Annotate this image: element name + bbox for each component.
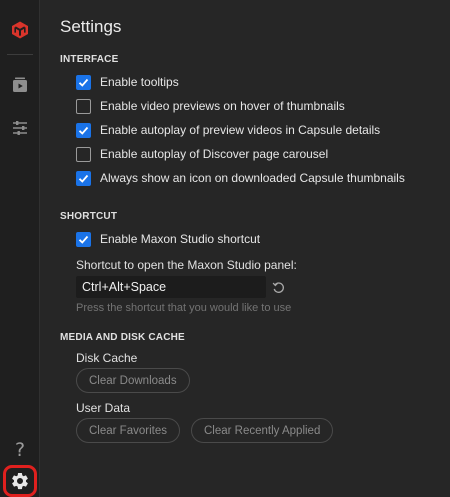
checkbox[interactable] [76, 122, 91, 138]
checkbox[interactable] [76, 98, 91, 114]
clear-downloads-button[interactable]: Clear Downloads [76, 368, 190, 393]
checkbox[interactable] [76, 74, 91, 90]
checkbox[interactable] [76, 170, 91, 186]
option-enable-tooltips[interactable]: Enable tooltips [76, 73, 179, 91]
check-icon [78, 235, 89, 244]
checkbox[interactable] [76, 231, 91, 247]
user-data-label: User Data [76, 401, 131, 415]
reset-icon[interactable] [272, 281, 285, 294]
clear-favorites-button[interactable]: Clear Favorites [76, 418, 180, 443]
check-icon [78, 78, 89, 87]
option-autoplay-capsule-details[interactable]: Enable autoplay of preview videos in Cap… [76, 121, 380, 139]
settings-panel: Settings INTERFACE Enable tooltips Enabl… [40, 0, 450, 497]
checkbox[interactable] [76, 146, 91, 162]
option-label: Always show an icon on downloaded Capsul… [100, 171, 405, 185]
option-downloaded-icon[interactable]: Always show an icon on downloaded Capsul… [76, 169, 405, 187]
app-window: ? Settings INTERFACE Enable tooltips Ena… [0, 0, 450, 497]
sidebar-divider [7, 54, 33, 55]
help-icon: ? [14, 439, 26, 461]
section-title-cache: MEDIA AND DISK CACHE [60, 332, 185, 343]
option-video-previews-hover[interactable]: Enable video previews on hover of thumbn… [76, 97, 345, 115]
section-title-interface: INTERFACE [60, 54, 119, 65]
check-icon [78, 126, 89, 135]
option-label: Enable autoplay of preview videos in Cap… [100, 123, 381, 137]
page-title: Settings [60, 17, 122, 36]
option-label: Enable tooltips [100, 75, 179, 89]
option-label: Enable video previews on hover of thumbn… [100, 99, 345, 113]
option-autoplay-discover-carousel[interactable]: Enable autoplay of Discover page carouse… [76, 145, 328, 163]
check-icon [78, 174, 89, 183]
gear-icon [12, 473, 28, 490]
sidebar-item-capsules[interactable] [0, 67, 40, 103]
settings-button[interactable] [3, 465, 37, 497]
play-stack-icon [13, 77, 27, 92]
section-title-shortcut: SHORTCUT [60, 211, 118, 222]
shortcut-field-label: Shortcut to open the Maxon Studio panel: [76, 258, 297, 272]
option-label: Enable autoplay of Discover page carouse… [100, 147, 329, 161]
shortcut-input[interactable] [76, 276, 266, 298]
shortcut-hint: Press the shortcut that you would like t… [76, 302, 292, 314]
sliders-icon [13, 121, 27, 135]
option-enable-shortcut[interactable]: Enable Maxon Studio shortcut [76, 230, 260, 248]
sidebar-item-filters[interactable] [0, 110, 40, 146]
disk-cache-label: Disk Cache [76, 351, 138, 365]
clear-recently-applied-button[interactable]: Clear Recently Applied [191, 418, 334, 443]
sidebar: ? [0, 0, 40, 497]
help-button[interactable]: ? [0, 432, 40, 468]
option-label: Enable Maxon Studio shortcut [100, 232, 261, 246]
maxon-logo-icon[interactable] [0, 12, 40, 48]
